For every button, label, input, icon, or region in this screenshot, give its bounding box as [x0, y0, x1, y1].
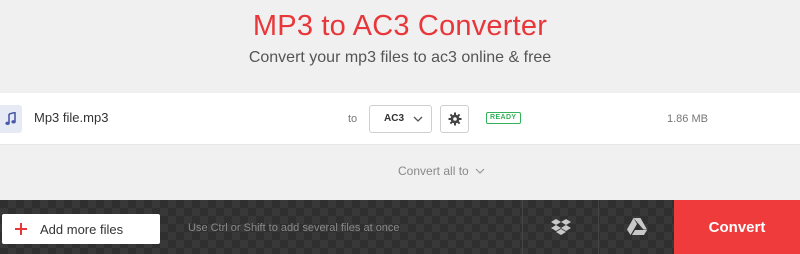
music-note-icon [0, 105, 22, 133]
convert-button[interactable]: Convert [674, 200, 800, 254]
format-select[interactable]: AC3 [369, 105, 432, 133]
settings-button[interactable] [440, 105, 469, 133]
status-badge: READY [486, 112, 521, 124]
to-label: to [348, 113, 358, 125]
google-drive-button[interactable] [598, 200, 674, 254]
file-name: Mp3 file.mp3 [34, 110, 109, 125]
convert-all-dropdown[interactable]: Convert all to [398, 164, 485, 178]
bottom-bar: Add more files Use Ctrl or Shift to add … [0, 200, 800, 254]
chevron-down-icon [475, 168, 485, 174]
chevron-down-icon [413, 116, 423, 122]
convert-label: Convert [708, 218, 766, 236]
page-subtitle: Convert your mp3 files to ac3 online & f… [248, 49, 552, 66]
dropbox-button[interactable] [522, 200, 598, 254]
gear-icon [448, 112, 461, 126]
format-value: AC3 [384, 113, 405, 124]
google-drive-icon [626, 218, 647, 235]
convert-all-label: Convert all to [398, 164, 469, 178]
plus-icon [15, 223, 27, 235]
add-files-label: Add more files [40, 222, 124, 237]
dropbox-icon [550, 219, 571, 235]
file-row: Mp3 file.mp3 to AC3 READY 1.86 MB [0, 93, 800, 145]
page-title: MP3 to AC3 Converter [252, 10, 548, 42]
page-header: MP3 to AC3 Converter Convert your mp3 fi… [0, 0, 800, 92]
hint-text: Use Ctrl or Shift to add several files a… [188, 222, 400, 234]
add-more-files-button[interactable]: Add more files [2, 214, 160, 244]
file-size: 1.86 MB [667, 113, 708, 125]
